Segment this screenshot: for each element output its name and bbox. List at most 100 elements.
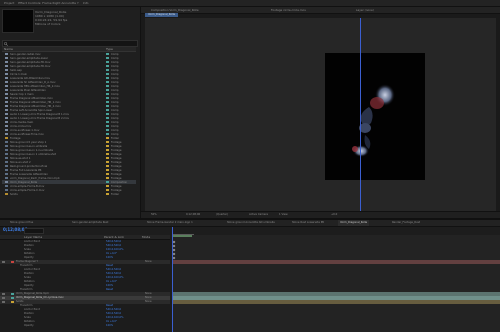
layer-label-color[interactable] — [11, 260, 14, 264]
project-item[interactable]: Circle 1 main Comp — [2, 72, 136, 76]
menu-item-project[interactable]: Project — [4, 0, 14, 6]
label-color-swatch[interactable] — [106, 105, 109, 107]
keyframe-marker[interactable] — [172, 244, 176, 248]
visibility-eye-icon[interactable] — [2, 292, 5, 296]
timeline-tab[interactable]: Vorm_Diagonal_Rolle — [338, 220, 370, 226]
label-color-swatch[interactable] — [106, 97, 109, 99]
visibility-eye-icon[interactable] — [2, 296, 5, 300]
label-color-swatch[interactable] — [106, 69, 109, 71]
project-item[interactable]: audio 1 Lowery-mini Frame Diagonal B 2.m… — [2, 116, 136, 120]
label-color-swatch[interactable] — [106, 117, 109, 119]
comp-name-tab[interactable]: Vorm_Diagonal_Rolle — [145, 13, 179, 17]
label-color-swatch[interactable] — [106, 77, 109, 79]
project-item[interactable]: Footage Folder — [2, 136, 136, 140]
timeline-tab[interactable]: Render_Footage_Rust — [390, 220, 422, 226]
guide-line[interactable] — [360, 18, 361, 211]
menu-item-effect-controls[interactable]: Effect Controls: Frame Right Annulotta Y — [18, 0, 79, 6]
tab-footage[interactable]: Footage circle-circle.mov — [271, 7, 306, 13]
column-type[interactable]: Type — [106, 47, 113, 51]
project-item[interactable]: audio 1 Lowery-mini Frame Diagonal B 1.m… — [2, 112, 136, 116]
keyframe-marker[interactable] — [172, 252, 176, 256]
project-search-input[interactable] — [2, 40, 138, 47]
project-item[interactable]: Lowerside AN AMaximilan.mov Comp — [2, 76, 136, 80]
layer-label-color[interactable] — [11, 300, 14, 304]
project-item[interactable]: circle-media-main Comp — [2, 120, 136, 124]
keyframe-marker[interactable] — [172, 248, 176, 252]
label-color-swatch[interactable] — [106, 109, 109, 111]
timeline-tab[interactable]: Stone ground fine — [8, 220, 35, 226]
keyframe-marker[interactable] — [172, 240, 176, 244]
project-item[interactable]: circle-simple-Forms-B.mov Footage — [2, 184, 136, 188]
project-item[interactable]: Stone-ground-5 year shop 1 Footage — [2, 140, 136, 144]
label-color-swatch[interactable] — [106, 157, 109, 159]
project-item[interactable]: Lowerside HEG AMaximilan_HR_2.mov Comp — [2, 84, 136, 88]
label-color-swatch[interactable] — [106, 177, 109, 179]
project-item[interactable]: Stone-ground-as-in 1 umbrella-shot Footag… — [2, 152, 136, 156]
project-item[interactable]: Saanic top 1 main Comp — [2, 92, 136, 96]
label-color-swatch[interactable] — [106, 169, 109, 171]
column-name[interactable]: Name — [4, 47, 104, 51]
label-color-swatch[interactable] — [106, 81, 109, 83]
label-color-swatch[interactable] — [106, 137, 109, 139]
project-item[interactable]: hero-gender-amplitude-TR.mov Comp — [2, 60, 136, 64]
label-color-swatch[interactable] — [106, 193, 109, 195]
project-item[interactable]: hello.aep Comp — [2, 68, 136, 72]
label-color-swatch[interactable] — [106, 125, 109, 127]
label-color-swatch[interactable] — [106, 113, 109, 115]
comp-frame[interactable] — [325, 53, 425, 180]
project-item[interactable]: Frame Lowerside AMaximilan Footage — [2, 172, 136, 176]
project-item[interactable]: Rest-ground-production-final Footage — [2, 164, 136, 168]
project-item[interactable]: hero-gender-radial.mov Comp — [2, 52, 136, 56]
label-color-swatch[interactable] — [106, 93, 109, 95]
keyframe-marker[interactable] — [172, 256, 176, 260]
project-item[interactable]: Frame Full Lowerside PR Footage — [2, 168, 136, 172]
project-item[interactable]: circle-sunflower-Time.mov Comp — [2, 132, 136, 136]
label-color-swatch[interactable] — [106, 133, 109, 135]
label-color-swatch[interactable] — [106, 101, 109, 103]
label-color-swatch[interactable] — [106, 85, 109, 87]
layer-label-color[interactable] — [11, 296, 14, 300]
playhead[interactable] — [172, 227, 173, 332]
timeline-tab[interactable]: hero-gender-amplitude Rust — [70, 220, 110, 226]
label-color-swatch[interactable] — [106, 61, 109, 63]
label-color-swatch[interactable] — [106, 141, 109, 143]
label-color-swatch[interactable] — [106, 161, 109, 163]
timeline-tab[interactable]: Stone Frame-Gender 2 main-logo 1 — [145, 220, 195, 226]
property-row[interactable]: Opacity 100% — [0, 324, 170, 328]
label-color-swatch[interactable] — [106, 185, 109, 187]
timeline-tab[interactable]: Stone Rust Lowerside PR — [290, 220, 326, 226]
project-item[interactable]: Stone-an-shot 2 Footage — [2, 160, 136, 164]
label-color-swatch[interactable] — [106, 57, 109, 59]
project-item[interactable]: Frame Diagonal AMaximilan_HR_2.mov Comp — [2, 104, 136, 108]
label-color-swatch[interactable] — [106, 121, 109, 123]
layer-duration-bar[interactable] — [172, 300, 500, 304]
tab-layer[interactable]: Layer (none) — [356, 7, 374, 13]
label-color-swatch[interactable] — [106, 73, 109, 75]
project-item[interactable]: vorm_Diagonal_Zach_frame-mini-mp4 Footage — [2, 176, 136, 180]
project-item[interactable]: Vorm_Diagonal_Rolle Composition — [2, 180, 136, 184]
label-color-swatch[interactable] — [106, 189, 109, 191]
visibility-eye-icon[interactable] — [2, 300, 5, 304]
timeline-tab[interactable]: Stone ground Annulotta AN umbrella — [225, 220, 277, 226]
project-item[interactable]: Lowerside hil AMaximilan_R_A.mov Comp — [2, 80, 136, 84]
project-item[interactable]: circle-circle.mov Comp — [2, 124, 136, 128]
project-item[interactable]: circle-sunflower-1.mov Comp — [2, 128, 136, 132]
label-color-swatch[interactable] — [106, 145, 109, 147]
timeline-search-input[interactable] — [24, 228, 44, 234]
project-item[interactable]: Stone-ground-as-in-umbrella Footage — [2, 144, 136, 148]
project-item[interactable]: hero-gender-amplitude-lower Comp — [2, 56, 136, 60]
label-color-swatch[interactable] — [106, 129, 109, 131]
property-value[interactable]: 100% — [106, 324, 113, 328]
label-color-swatch[interactable] — [106, 65, 109, 67]
project-item[interactable]: Solids Folder — [2, 192, 136, 196]
layer-duration-bar[interactable] — [172, 260, 500, 264]
label-color-swatch[interactable] — [106, 153, 109, 155]
layer-label-color[interactable] — [11, 292, 14, 296]
project-item[interactable]: Frame Left Annulotta Spin Lower Comp — [2, 108, 136, 112]
label-color-swatch[interactable] — [106, 165, 109, 167]
project-item[interactable]: Stone-as-shot 1 Footage — [2, 156, 136, 160]
label-color-swatch[interactable] — [106, 149, 109, 151]
project-item[interactable]: Lowerside Pixel AMaximilan Comp — [2, 88, 136, 92]
project-item[interactable]: Frame Diagonal AMaximilan_HR_1.mov Comp — [2, 100, 136, 104]
project-item[interactable]: hero-gender-amplitude-TR.mov Comp — [2, 64, 136, 68]
